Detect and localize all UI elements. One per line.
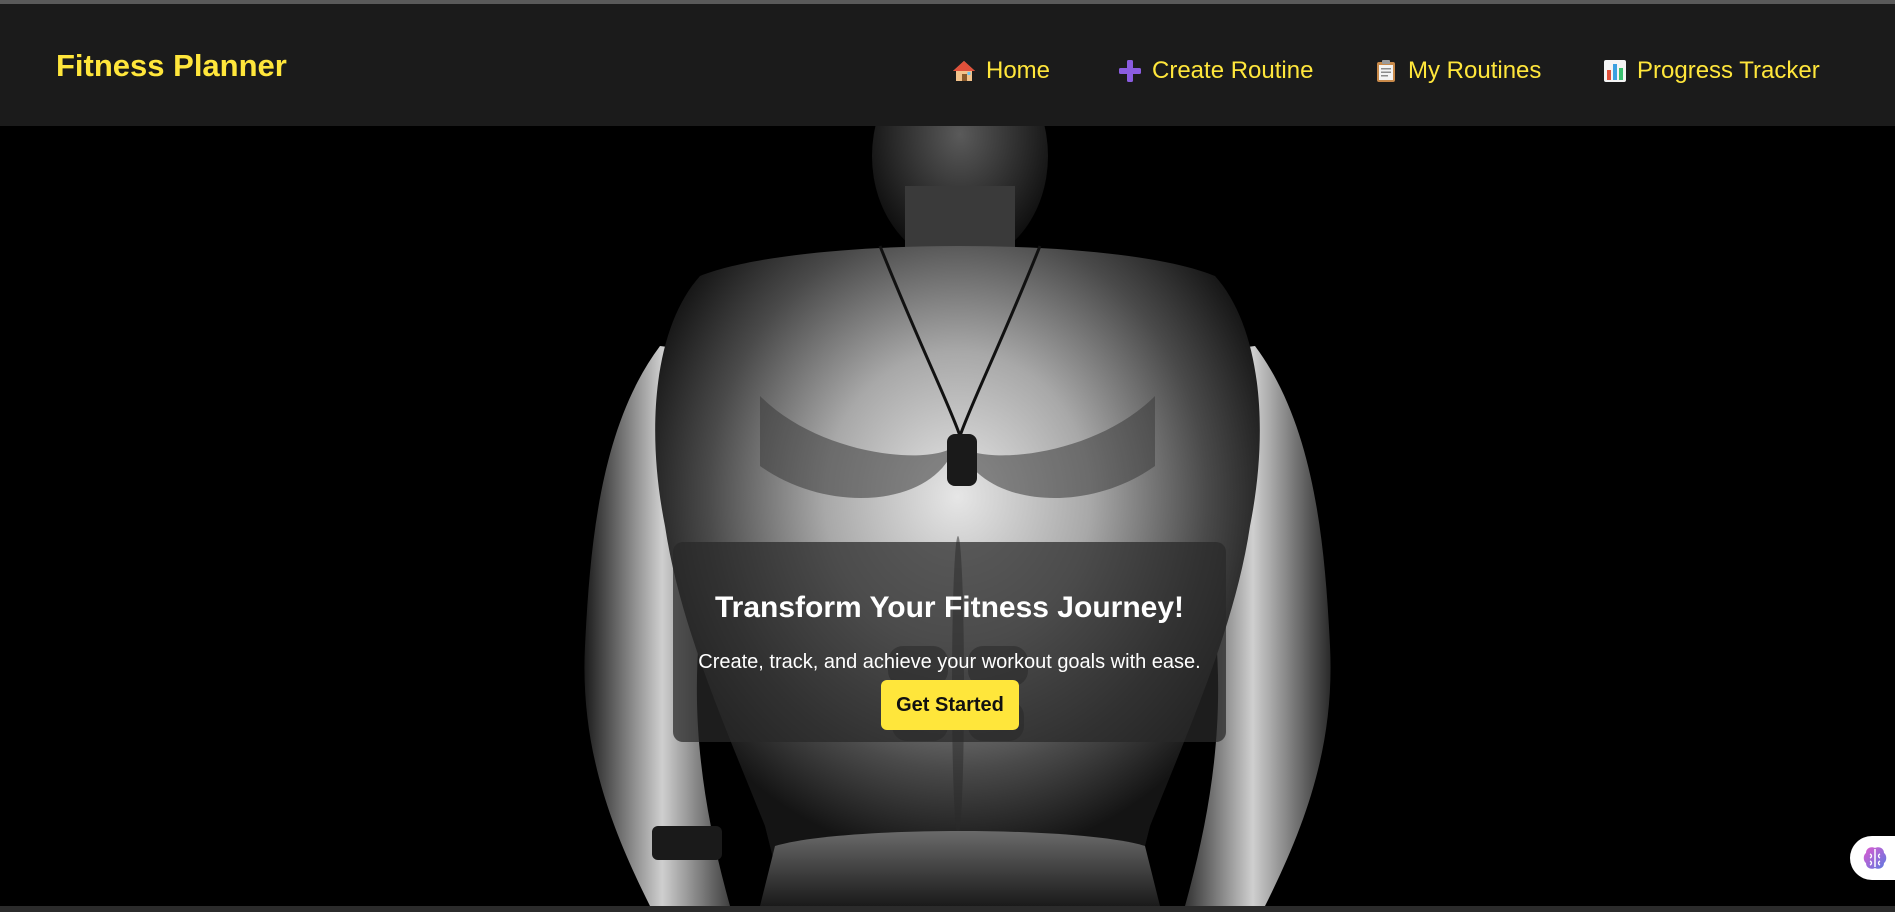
hero-card: Transform Your Fitness Journey! Create, …	[673, 542, 1226, 742]
hero-title: Transform Your Fitness Journey!	[715, 591, 1184, 624]
bar-chart-icon	[1603, 59, 1627, 83]
nav-link-home-label: Home	[986, 57, 1051, 84]
plus-icon	[1118, 59, 1142, 83]
clipboard-icon	[1374, 59, 1398, 83]
nav-link-home[interactable]: Home	[952, 54, 1050, 88]
house-icon	[952, 59, 976, 83]
nav-link-progress-tracker-label: Progress Tracker	[1637, 57, 1820, 84]
assistant-widget-button[interactable]	[1850, 836, 1895, 880]
bottom-border	[0, 906, 1895, 912]
nav-link-my-routines[interactable]: My Routines	[1374, 54, 1541, 88]
nav-link-progress-tracker[interactable]: Progress Tracker	[1603, 54, 1820, 88]
hero-subtitle: Create, track, and achieve your workout …	[698, 651, 1201, 673]
hero-background-image	[584, 126, 1331, 906]
nav-link-my-routines-label: My Routines	[1408, 57, 1542, 84]
nav-link-create-routine[interactable]: Create Routine	[1118, 54, 1313, 88]
nav-links: Home Create Routine My Routines Progress…	[0, 54, 1895, 88]
brain-icon	[1863, 847, 1887, 869]
nav-link-create-routine-label: Create Routine	[1152, 57, 1314, 84]
hero-section: Transform Your Fitness Journey! Create, …	[0, 126, 1895, 906]
get-started-button[interactable]: Get Started	[881, 680, 1019, 730]
navbar: Fitness Planner Home Create Routine My R…	[0, 4, 1895, 126]
